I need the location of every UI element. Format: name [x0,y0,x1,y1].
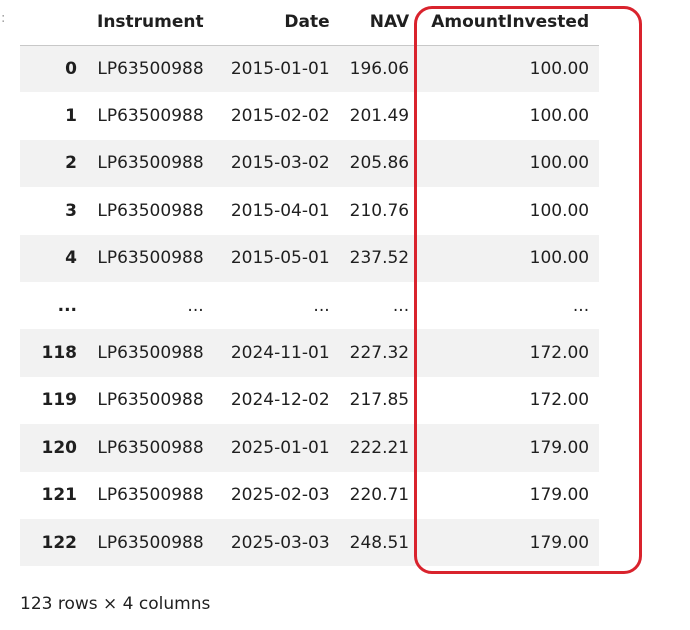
nav-cell: 217.85 [349,390,410,411]
date-cell: 2015-03-02 [230,153,330,174]
header-index [20,0,87,46]
table-row: 122 LP63500988 2025-03-03 248.51 179.00 [20,518,600,567]
row-index-cell: 120 [41,437,78,458]
table-row: 2 LP63500988 2015-03-02 205.86 100.00 [20,139,600,188]
row-index-cell: 4 [65,248,77,269]
instrument-cell: LP63500988 [97,248,204,269]
date-cell: 2025-02-03 [230,485,330,506]
instrument-cell: LP63500988 [97,485,204,506]
nav-cell: 205.86 [349,153,410,174]
table-row: 120 LP63500988 2025-01-01 222.21 179.00 [20,424,600,472]
amount-invested-cell: 179.00 [529,532,590,553]
header-row: Instrument Date NAV AmountInvested [20,0,600,46]
amount-invested-cell: 100.00 [529,200,590,221]
amount-invested-cell: 100.00 [529,58,590,79]
header-instrument: Instrument [87,0,214,46]
amount-invested-cell: 100.00 [529,106,590,127]
header-date: Date [213,0,340,46]
table-body: 0 LP63500988 2015-01-01 196.06 100.00 1 LP6350… [20,45,600,567]
table-row: 1 LP63500988 2015-02-02 201.49 100.00 [20,92,599,139]
date-cell: 2015-01-01 [230,58,330,79]
table-header: Instrument Date NAV AmountInvested [20,0,600,46]
table-row: 3 LP63500988 2015-04-01 210.76 100.00 [20,187,599,234]
nav-cell: 220.71 [349,485,410,506]
instrument-cell: LP63500988 [97,437,204,458]
instrument-cell: LP63500988 [97,58,204,79]
nav-cell: ... [392,295,410,316]
date-cell: 2015-04-01 [230,200,330,221]
amount-invested-cell: 179.00 [529,437,590,458]
amount-invested-cell: ... [572,295,590,316]
nav-cell: 227.32 [349,343,410,364]
amount-invested-cell: 100.00 [529,248,590,269]
row-index-cell: 1 [65,106,77,127]
amount-invested-cell: 172.00 [529,390,590,411]
date-cell: 2025-01-01 [230,437,330,458]
row-index-cell: 121 [41,485,78,506]
cell-output-prompt-marker: : [1,11,6,26]
dataframe-table: Instrument Date NAV AmountInvested 0 LP63… [20,0,600,567]
instrument-cell: LP63500988 [97,390,204,411]
row-index-cell: 3 [65,200,77,221]
table-row: 119 LP63500988 2024-12-02 217.85 172.00 [20,377,599,424]
table-shape-summary: 123 rows × 4 columns [20,594,211,614]
header-amount-invested: AmountInvested [419,0,600,46]
amount-invested-cell: 100.00 [529,153,590,174]
table-row: 0 LP63500988 2015-01-01 196.06 100.00 [20,45,600,93]
table-row: 121 LP63500988 2025-02-03 220.71 179.00 [20,472,599,519]
header-nav: NAV [339,0,420,46]
amount-invested-cell: 179.00 [529,485,590,506]
date-cell: 2015-02-02 [230,106,330,127]
instrument-cell: LP63500988 [97,153,204,174]
date-cell: 2024-11-01 [230,343,330,364]
nav-cell: 248.51 [349,532,410,553]
row-index-cell: 0 [65,58,77,79]
table-row: 4 LP63500988 2015-05-01 237.52 100.00 [20,234,600,282]
instrument-cell: LP63500988 [97,200,204,221]
instrument-cell: ... [187,295,204,316]
row-index-cell: 119 [41,390,78,411]
nav-cell: 210.76 [349,200,410,221]
row-index-cell: 122 [41,532,78,553]
nav-cell: 201.49 [349,106,410,127]
nav-cell: 222.21 [349,437,410,458]
instrument-cell: LP63500988 [97,106,204,127]
nav-cell: 196.06 [349,58,410,79]
table-row: ............... [20,282,599,329]
date-cell: 2015-05-01 [230,248,330,269]
row-index-cell: 2 [65,153,77,174]
instrument-cell: LP63500988 [97,532,204,553]
nav-cell: 237.52 [349,248,410,269]
instrument-cell: LP63500988 [97,343,204,364]
date-cell: 2025-03-03 [230,532,330,553]
row-index-cell: 118 [41,343,78,364]
row-index-cell: ... [57,295,77,316]
date-cell: 2024-12-02 [230,390,330,411]
amount-invested-cell: 172.00 [529,343,590,364]
date-cell: ... [313,295,330,316]
table-row: 118 LP63500988 2024-11-01 227.32 172.00 [20,329,600,377]
